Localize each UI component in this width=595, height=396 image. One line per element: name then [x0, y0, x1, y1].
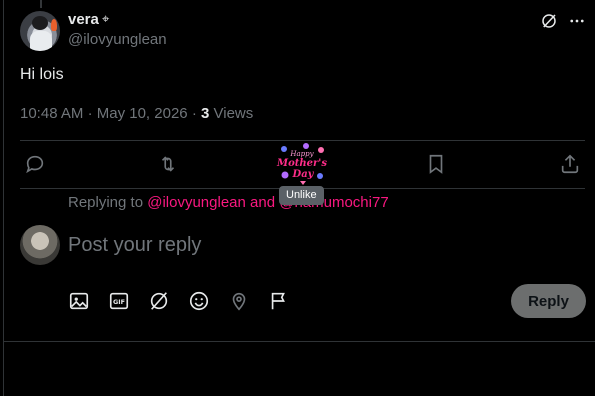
separator: · — [191, 105, 197, 122]
views-count: 3 — [200, 105, 210, 122]
sticker-line-1: Happy — [289, 150, 314, 158]
reply-input[interactable] — [68, 231, 498, 259]
author-avatar[interactable] — [20, 11, 60, 51]
tweet-text: Hi lois — [20, 66, 64, 83]
grok-icon[interactable] — [540, 12, 558, 30]
flag-icon[interactable] — [268, 290, 290, 312]
tweet-meta: 10:48 AM · May 10, 2026 · 3 Views — [20, 105, 253, 122]
name-emoji-icon: ⌖ — [102, 11, 110, 26]
mention-link[interactable]: @ilovyunglean — [147, 194, 246, 211]
share-icon[interactable] — [559, 153, 581, 175]
divider — [4, 341, 595, 342]
replying-to-line: Replying to @ilovyunglean and @hamumochi… — [68, 194, 389, 211]
unlike-tooltip: Unlike — [279, 186, 324, 205]
grok-icon[interactable] — [148, 290, 170, 312]
thread-line — [40, 0, 42, 8]
gif-icon[interactable]: GIF — [108, 290, 130, 312]
replying-to-label: Replying to — [68, 194, 144, 211]
my-avatar[interactable] — [20, 225, 60, 265]
tweet-time[interactable]: 10:48 AM — [20, 105, 83, 122]
bookmark-icon[interactable] — [425, 153, 447, 175]
reply-button[interactable]: Reply — [511, 284, 586, 318]
image-icon[interactable] — [68, 290, 90, 312]
like-sticker[interactable]: Happy Mother's Day — [276, 141, 328, 187]
more-icon[interactable] — [568, 12, 586, 30]
author-name[interactable]: vera — [68, 11, 99, 28]
author-handle[interactable]: @ilovyunglean — [68, 31, 167, 48]
and-word[interactable]: and — [250, 194, 275, 211]
tweet-date[interactable]: May 10, 2026 — [97, 105, 188, 122]
retweet-icon[interactable] — [157, 153, 179, 175]
emoji-icon[interactable] — [188, 290, 210, 312]
separator: · — [87, 105, 93, 122]
views-label: Views — [213, 105, 254, 122]
location-icon[interactable] — [228, 290, 250, 312]
sticker-line-2: Mother's — [276, 158, 327, 169]
svg-text:GIF: GIF — [113, 298, 125, 306]
reply-icon[interactable] — [24, 153, 46, 175]
sticker-line-3: Day — [292, 169, 315, 180]
